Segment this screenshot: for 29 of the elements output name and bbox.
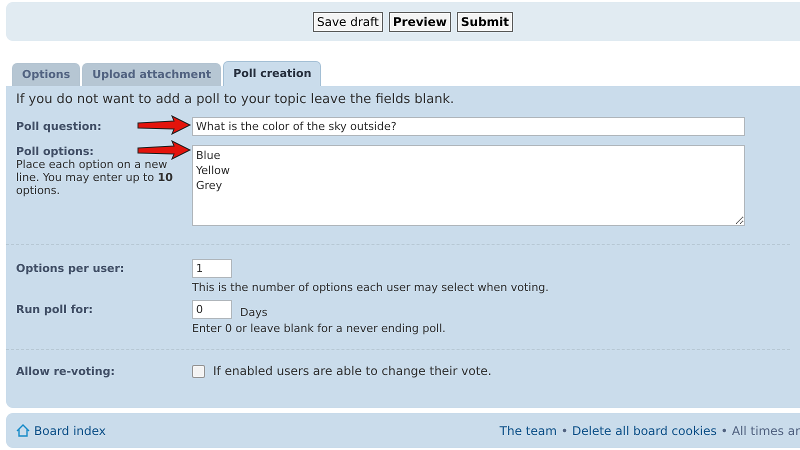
field-label: Poll options: xyxy=(16,145,94,158)
home-icon xyxy=(16,424,30,437)
checkbox[interactable] xyxy=(192,364,205,378)
hint-text: Place each option on a new line. You may enter up to 10 options. xyxy=(16,158,174,197)
field-label: Options per user: xyxy=(16,262,126,275)
form-button[interactable]: Submit xyxy=(456,12,514,32)
footer-link[interactable]: Delete all board cookies xyxy=(572,424,717,438)
form-button[interactable]: Save draft xyxy=(312,12,383,32)
input-field[interactable]: 0 xyxy=(192,300,232,319)
footer-link[interactable]: All times ar xyxy=(732,424,800,438)
input-field[interactable]: 1 xyxy=(192,259,232,278)
form-button[interactable]: Preview xyxy=(388,12,451,32)
board-index-link[interactable]: Board index xyxy=(34,424,106,438)
field-label: Run poll for: xyxy=(16,303,94,316)
input-field[interactable]: What is the color of the sky outside? xyxy=(192,117,745,136)
field-label: Poll question: xyxy=(16,120,102,133)
separator-dot: • xyxy=(560,424,568,438)
unit-text: Days xyxy=(240,306,268,319)
hint-text: Enter 0 or leave blank for a never ending poll. xyxy=(192,322,447,335)
tab[interactable]: Poll creation xyxy=(223,61,322,86)
arrow-icon xyxy=(136,140,192,160)
options-textarea[interactable]: Blue Yellow Grey xyxy=(192,145,745,226)
hint-text: This is the number of options each user may select when voting. xyxy=(192,281,550,294)
field-label: Allow re-voting: xyxy=(16,364,116,378)
intro-text: If you do not want to add a poll to your topic leave the fields blank. xyxy=(16,92,456,107)
checkbox-label: If enabled users are able to change their vote. xyxy=(213,364,492,378)
arrow-icon xyxy=(136,115,192,135)
footer-link[interactable]: The team xyxy=(500,424,557,438)
separator-dot: • xyxy=(720,424,728,438)
